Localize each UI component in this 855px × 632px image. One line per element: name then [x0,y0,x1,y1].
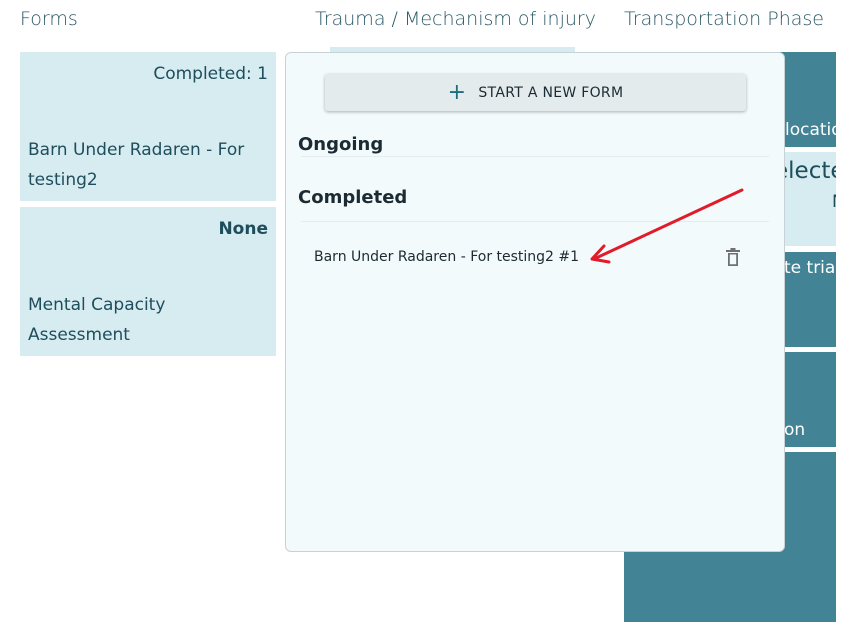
annotation-arrow [590,188,744,264]
